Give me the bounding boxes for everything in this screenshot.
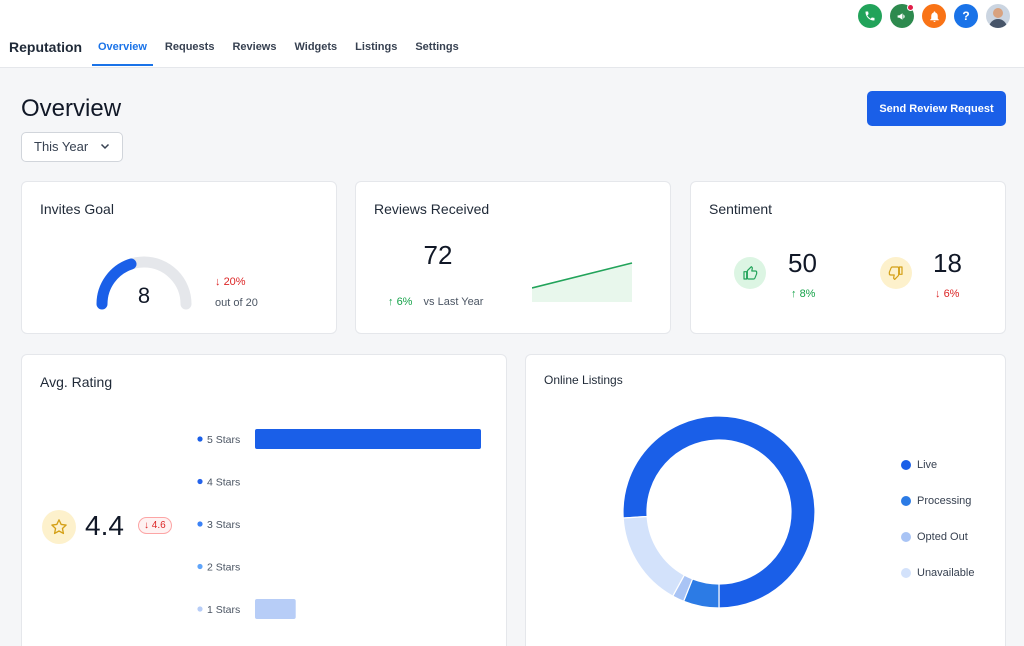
tab-listings[interactable]: Listings xyxy=(349,33,403,66)
rating-bar-label: 2 Stars xyxy=(207,562,240,574)
online-listings-card: Online Listings Live Processing Opted Out U… xyxy=(525,354,1006,646)
legend-label: Opted Out xyxy=(917,531,968,543)
legend-item-live: Live xyxy=(901,447,974,483)
rating-bar-label: 3 Stars xyxy=(207,519,240,531)
rating-legend-dot xyxy=(197,436,203,442)
avg-rating-title: Avg. Rating xyxy=(40,374,113,390)
invites-goal-change: ↓ 20% xyxy=(215,276,246,288)
send-review-request-button[interactable]: Send Review Request xyxy=(867,91,1006,126)
legend-item-unavailable: Unavailable xyxy=(901,555,974,591)
rating-legend-dot xyxy=(197,606,203,612)
invites-goal-title: Invites Goal xyxy=(40,201,114,217)
reviews-received-change: ↑ 6% vs Last Year xyxy=(388,296,484,308)
chevron-down-icon xyxy=(100,133,110,161)
reviews-received-card: Reviews Received 72 ↑ 6% vs Last Year xyxy=(355,181,671,334)
legend-label: Unavailable xyxy=(917,567,975,579)
arrow-up-icon: ↑ xyxy=(388,296,394,308)
rating-bar xyxy=(255,599,296,619)
avg-rating-badge: ↓ 4.6 xyxy=(138,517,172,534)
legend-item-opted-out: Opted Out xyxy=(901,519,974,555)
tab-requests[interactable]: Requests xyxy=(159,33,221,66)
app-title: Reputation xyxy=(9,39,83,55)
rating-legend-dot xyxy=(197,563,203,570)
sentiment-negative-value: 18 xyxy=(933,248,962,278)
online-listings-donut xyxy=(622,415,816,609)
arrow-down-icon: ↓ xyxy=(215,276,221,288)
rating-distribution-chart: 5 Stars 4 Stars 3 Stars 2 Stars 1 Stars xyxy=(197,429,481,619)
top-bar: Reputation Overview Requests Reviews Wid… xyxy=(0,0,1024,68)
sparkline-area xyxy=(532,263,632,302)
sentiment-positive-change: ↑ 8% xyxy=(791,288,816,300)
bell-icon[interactable] xyxy=(922,4,946,28)
legend-swatch xyxy=(901,496,911,506)
avg-rating-value: 4.4 xyxy=(85,510,124,541)
sentiment-card: Sentiment 50 ↑ 8% 18 ↓ 6% xyxy=(690,181,1006,334)
rating-bar-label: 4 Stars xyxy=(207,477,240,489)
tab-reviews[interactable]: Reviews xyxy=(226,33,282,66)
arrow-down-icon: ↓ xyxy=(144,520,149,531)
arrow-down-icon: ↓ xyxy=(935,288,941,300)
legend-label: Processing xyxy=(917,495,972,507)
legend-label: Live xyxy=(917,459,938,471)
online-listings-legend: Live Processing Opted Out Unavailable xyxy=(901,447,974,591)
tab-settings[interactable]: Settings xyxy=(409,33,464,66)
arrow-up-icon: ↑ xyxy=(791,288,797,300)
invites-goal-value: 8 xyxy=(137,283,151,308)
thumbs-up-icon xyxy=(734,257,766,289)
reviews-trend-sparkline xyxy=(532,262,633,302)
header-actions: ? xyxy=(858,4,1010,28)
donut-slice-unavailable xyxy=(622,515,686,597)
sentiment-positive-value: 50 xyxy=(788,248,817,278)
tab-bar: Overview Requests Reviews Widgets Listin… xyxy=(92,33,471,68)
help-icon[interactable]: ? xyxy=(954,4,978,28)
avatar[interactable] xyxy=(986,4,1010,28)
legend-swatch xyxy=(901,532,911,542)
invites-goal-card: Invites Goal 8 ↓ 20% out of 20 xyxy=(21,181,337,334)
period-select[interactable]: This Year xyxy=(21,132,123,162)
sentiment-negative-change: ↓ 6% xyxy=(935,288,960,300)
rating-bar xyxy=(255,429,481,449)
megaphone-icon[interactable] xyxy=(890,4,914,28)
legend-swatch xyxy=(901,568,911,578)
rating-legend-dot xyxy=(197,521,203,527)
online-listings-title: Online Listings xyxy=(544,373,623,387)
tab-overview[interactable]: Overview xyxy=(92,33,153,66)
page-title: Overview xyxy=(21,95,122,122)
legend-item-processing: Processing xyxy=(901,483,974,519)
legend-swatch xyxy=(901,460,911,470)
rating-bar-label: 5 Stars xyxy=(207,434,240,446)
reviews-received-title: Reviews Received xyxy=(374,201,490,217)
invites-goal-subtext: out of 20 xyxy=(215,297,258,309)
rating-legend-dot xyxy=(197,478,203,485)
notification-dot xyxy=(907,4,914,11)
reviews-received-value: 72 xyxy=(423,240,453,270)
star-icon xyxy=(42,510,76,544)
period-select-value: This Year xyxy=(34,139,89,154)
phone-icon[interactable] xyxy=(858,4,882,28)
thumbs-down-icon xyxy=(880,257,912,289)
tab-widgets[interactable]: Widgets xyxy=(288,33,343,66)
avg-rating-card: Avg. Rating 4.4 ↓ 4.6 5 Stars 4 Stars 3 St… xyxy=(21,354,507,646)
sentiment-title: Sentiment xyxy=(709,201,773,217)
rating-bar-label: 1 Stars xyxy=(207,604,240,616)
